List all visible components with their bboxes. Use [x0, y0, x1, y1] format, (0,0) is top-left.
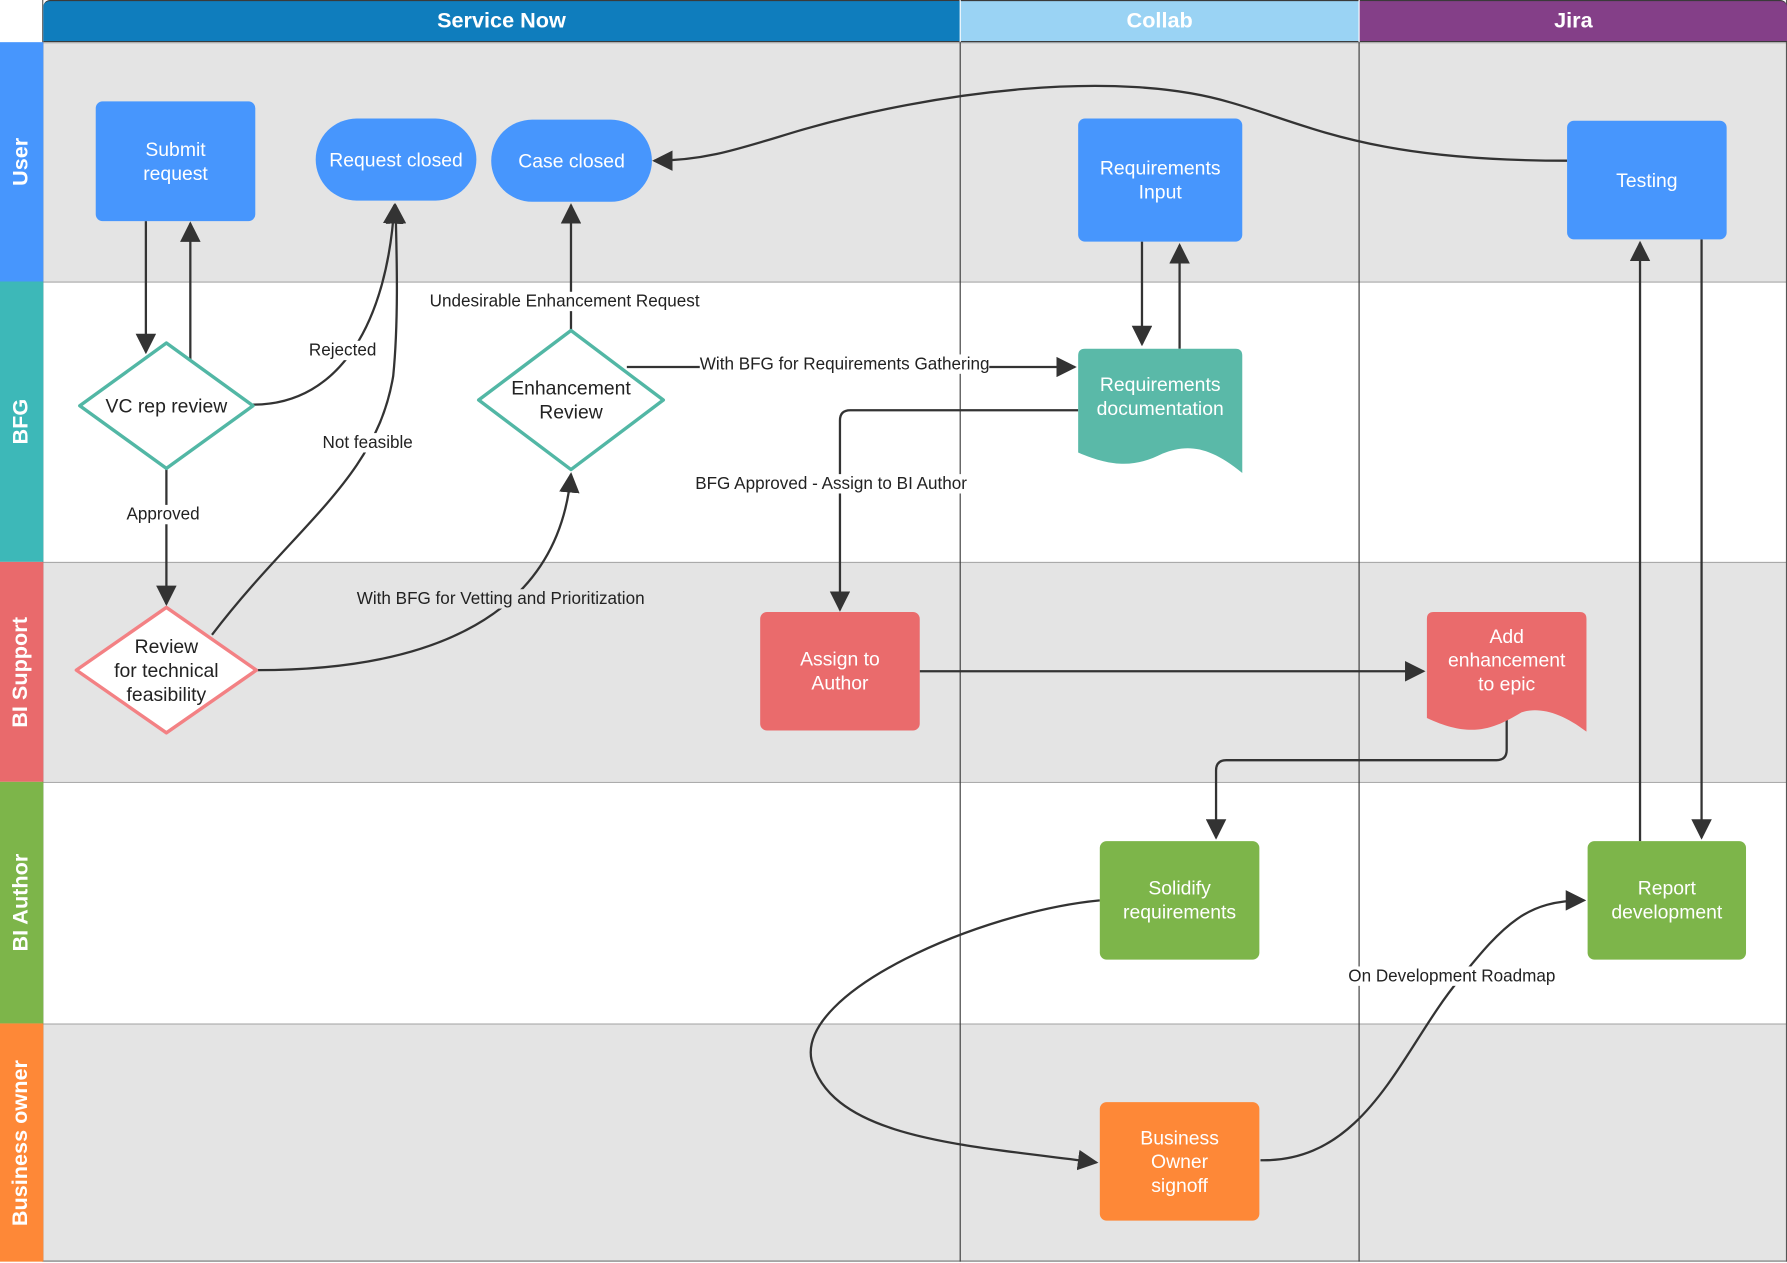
node-label: Requirements Input — [1099, 157, 1221, 203]
node-label: Solidify requirements — [1123, 877, 1237, 924]
decision-vc-rep-review-text[interactable]: VC rep review — [80, 343, 253, 468]
process-submit-request[interactable]: Submit request — [95, 101, 256, 222]
edge-label-requirements-gathering: With BFG for Requirements Gathering — [699, 354, 990, 374]
node-label: Case closed — [518, 149, 625, 172]
swimlane-diagram: Service Now Collab Jira User BFG BI Supp… — [0, 0, 1787, 1263]
node-label: Business Owner signoff — [1140, 1126, 1219, 1197]
process-report-development[interactable]: Report development — [1587, 841, 1747, 960]
edge-label-approved: Approved — [126, 504, 200, 525]
node-label: Requirements documentation — [1096, 373, 1224, 420]
process-requirements-input[interactable]: Requirements Input — [1078, 118, 1243, 242]
node-label: VC rep review — [105, 394, 228, 417]
decision-enhancement-review-text[interactable]: Enhancement Review — [479, 331, 664, 470]
edge-rejected — [253, 203, 404, 406]
edge-on-roadmap — [1260, 890, 1587, 1162]
edge-epic-to-solidify — [1205, 718, 1508, 840]
node-label: Review for technical feasibility — [114, 635, 219, 705]
edge-label-not-feasible: Not feasible — [322, 433, 413, 453]
decision-review-technical-feasibility-text[interactable]: Review for technical feasibility — [76, 607, 256, 732]
edge-label-vetting: With BFG for Vetting and Prioritization — [356, 589, 645, 609]
node-label: Request closed — [329, 148, 463, 171]
process-business-owner-signoff[interactable]: Business Owner signoff — [1099, 1102, 1260, 1221]
terminal-request-closed[interactable]: Request closed — [315, 118, 477, 201]
process-testing[interactable]: Testing — [1567, 120, 1727, 240]
node-label: Enhancement Review — [511, 377, 631, 423]
edge-label-rejected: Rejected — [308, 340, 377, 361]
edge-label-undesirable: Undesirable Enhancement Request — [429, 291, 700, 312]
edge-label-bfg-approved: BFG Approved - Assign to BI Author — [695, 474, 967, 494]
edge-bfg-approved — [829, 409, 1079, 612]
edge-vetting — [257, 472, 580, 672]
node-label: Assign to Author — [800, 648, 880, 695]
node-label: Report development — [1611, 877, 1723, 924]
process-assign-to-author[interactable]: Assign to Author — [760, 612, 920, 731]
node-label: Testing — [1616, 169, 1678, 191]
edge-solidify-to-signoff — [809, 899, 1100, 1171]
node-label: Submit request — [143, 138, 208, 185]
process-solidify-requirements[interactable]: Solidify requirements — [1099, 841, 1260, 960]
edge-label-on-roadmap: On Development Roadmap — [1348, 966, 1556, 986]
node-label: Add enhancement to epic — [1447, 625, 1566, 696]
terminal-case-closed[interactable]: Case closed — [491, 119, 652, 202]
document-add-enhancement-text[interactable]: Add enhancement to epic — [1427, 612, 1587, 721]
document-requirements-documentation-text[interactable]: Requirements documentation — [1078, 349, 1242, 470]
